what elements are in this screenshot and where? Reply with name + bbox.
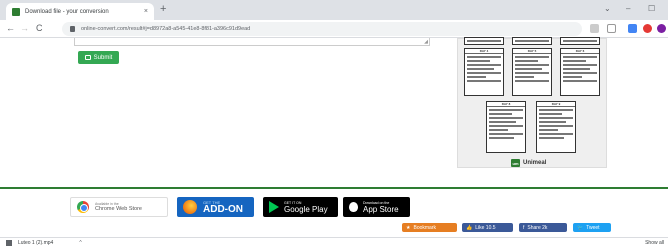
day-title: DAY 6 (561, 49, 599, 54)
plan-day-card: DAY 8 (486, 101, 526, 153)
download-file-name: Luteo 1 (2).mp4 (18, 240, 54, 246)
facebook-icon: f (523, 224, 525, 231)
plan-day-card: DAY 6 (560, 48, 600, 96)
message-textarea[interactable]: ◢ (74, 38, 430, 46)
chevron-up-icon[interactable]: ^ (79, 240, 81, 246)
file-icon (6, 240, 12, 246)
forward-button[interactable]: → (20, 23, 29, 33)
unimeal-logo-icon: um (511, 159, 520, 167)
star-icon: ★ (406, 224, 411, 231)
back-button[interactable]: ← (6, 23, 15, 33)
address-bar[interactable]: online-convert.com/result#j=d8972a8-a545… (62, 22, 582, 36)
firefox-icon (183, 200, 197, 214)
url-text: online-convert.com/result#j=d8972a8-a545… (81, 26, 251, 32)
tab-strip: Download file - your conversion × + ⌄ – … (0, 0, 668, 20)
tweet-label: Tweet (586, 224, 600, 231)
page-content: ◢ Submit DAY 4 DAY 5 DAY 6 DAY 8 DAY 9 u… (0, 37, 668, 188)
submit-button[interactable]: Submit (78, 51, 119, 64)
tab-title: Download file - your conversion (25, 8, 109, 15)
star-icon[interactable] (607, 24, 616, 33)
meal-plan-image: DAY 4 DAY 5 DAY 6 DAY 8 DAY 9 um Unimeal (457, 37, 607, 168)
google-play-badge[interactable]: GET IT ON Google Play (263, 197, 338, 217)
day-title: DAY 8 (487, 102, 525, 107)
badge-title: Chrome Web Store (95, 206, 142, 212)
tweet-button[interactable]: 🐦 Tweet (573, 223, 611, 232)
tab-search-icon[interactable]: ⌄ (604, 4, 611, 13)
close-icon[interactable]: × (144, 8, 148, 15)
toolbar: ← → C online-convert.com/result#j=d8972a… (0, 20, 668, 38)
share-label: Share 2k (527, 224, 548, 231)
app-store-badge[interactable]: Download on the App Store (343, 197, 410, 217)
plan-day-card: DAY 5 (512, 48, 552, 96)
resize-handle-icon[interactable]: ◢ (424, 39, 428, 45)
profile-avatar[interactable] (657, 24, 666, 33)
badge-title: Google Play (284, 204, 328, 214)
footer: Available in the Chrome Web Store GET TH… (0, 189, 668, 237)
twitter-icon: 🐦 (577, 224, 584, 231)
extension-icon[interactable] (643, 24, 652, 33)
apple-icon (349, 202, 358, 212)
thumbs-up-icon: 👍 (466, 224, 473, 231)
plan-day-card: DAY 4 (464, 48, 504, 96)
brand-name: Unimeal (523, 160, 547, 166)
share-icon[interactable] (590, 24, 599, 33)
plan-card (560, 37, 600, 45)
maximize-button[interactable]: ☐ (648, 4, 655, 13)
submit-label: Submit (93, 54, 113, 61)
day-title: DAY 5 (513, 49, 551, 54)
downloads-bar: Luteo 1 (2).mp4 ^ Show all (0, 237, 668, 248)
show-all-button[interactable]: Show all (645, 240, 664, 246)
chrome-web-store-badge[interactable]: Available in the Chrome Web Store (70, 197, 168, 217)
browser-tab[interactable]: Download file - your conversion × (6, 3, 154, 20)
minimize-button[interactable]: – (626, 4, 630, 13)
badge-title: ADD-ON (203, 203, 243, 215)
facebook-share-button[interactable]: f Share 2k (519, 223, 567, 232)
plan-card (464, 37, 504, 45)
extension-icon[interactable] (628, 24, 637, 33)
day-title: DAY 4 (465, 49, 503, 54)
google-play-icon (269, 201, 279, 213)
badge-title: App Store (363, 204, 399, 214)
plan-day-card: DAY 9 (536, 101, 576, 153)
favicon-icon (12, 7, 20, 16)
chrome-icon (77, 201, 89, 213)
day-title: DAY 9 (537, 102, 575, 107)
lock-icon (70, 26, 75, 32)
facebook-like-button[interactable]: 👍 Like 10.5 (462, 223, 513, 232)
new-tab-button[interactable]: + (160, 3, 166, 15)
plan-card (512, 37, 552, 45)
firefox-addon-badge[interactable]: GET THE ADD-ON (177, 197, 254, 217)
bookmark-label: Bookmark (413, 224, 436, 231)
like-label: Like 10.5 (475, 224, 496, 231)
comment-icon (84, 55, 91, 60)
brand-logo: um Unimeal (511, 159, 546, 167)
bookmark-button[interactable]: ★ Bookmark (402, 223, 457, 232)
download-item[interactable]: Luteo 1 (2).mp4 ^ (6, 240, 82, 246)
reload-button[interactable]: C (36, 23, 43, 33)
